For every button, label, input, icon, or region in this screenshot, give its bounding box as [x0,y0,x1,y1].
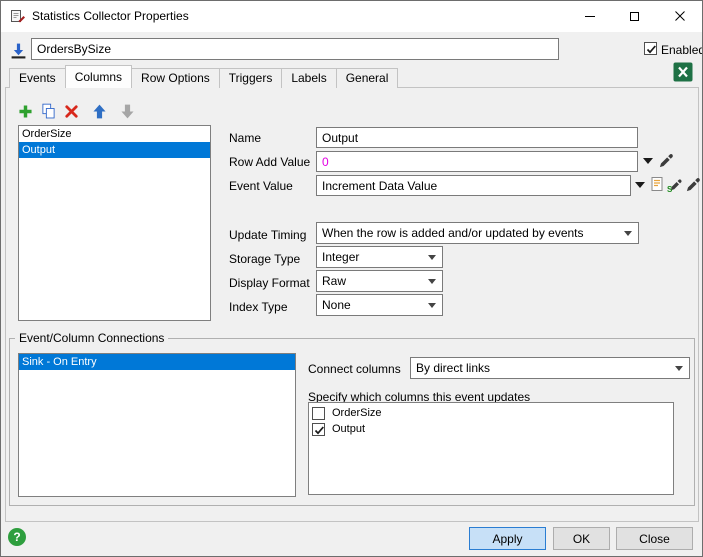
move-down-button[interactable] [116,100,138,122]
connect-columns-combo[interactable]: By direct links [410,357,690,379]
row-add-value-label: Row Add Value [229,155,310,169]
sampler-button[interactable]: S [667,176,684,193]
update-column-row-ordersize[interactable]: OrderSize [312,406,668,422]
minimize-button[interactable] [567,1,612,31]
row-add-value-input[interactable] [316,151,638,172]
close-icon [675,11,685,21]
chevron-down-icon [428,255,436,260]
delete-x-icon [62,102,81,121]
object-name-input[interactable] [31,38,559,60]
update-column-row-output[interactable]: Output [312,422,668,438]
storage-type-combo[interactable]: Integer [316,246,443,268]
display-format-value: Raw [322,274,346,288]
maximize-icon [630,12,639,21]
name-input[interactable] [316,127,638,148]
delete-column-button[interactable] [60,100,82,122]
enabled-label: Enabled [661,43,703,57]
row-add-value-dropdown-arrow[interactable] [643,158,653,164]
close-button[interactable] [657,1,702,31]
ok-button[interactable]: OK [553,527,610,550]
pull-arrow-icon [10,42,27,59]
statistics-collector-properties-dialog: Statistics Collector Properties Enabled … [0,0,703,557]
chevron-down-icon [624,231,632,236]
close-button-footer[interactable]: Close [616,527,693,550]
event-value-label: Event Value [229,179,293,193]
apply-button[interactable]: Apply [469,527,546,550]
update-timing-label: Update Timing [229,228,306,242]
copy-column-button[interactable] [37,100,59,122]
tab-row-options[interactable]: Row Options [131,68,220,88]
output-checkbox[interactable] [312,423,325,436]
event-value-dropdown-arrow[interactable] [635,182,645,188]
eyedropper-icon [658,152,675,169]
copy-icon [39,102,58,121]
checkmark-icon [313,424,326,437]
event-list-item-sink-on-entry[interactable]: Sink - On Entry [19,354,295,370]
help-icon: ? [13,530,20,544]
code-template-button[interactable] [649,176,666,193]
event-value-eyedropper-button[interactable] [685,176,702,193]
minimize-icon [585,16,595,17]
help-button[interactable]: ? [8,528,26,546]
columns-list: OrderSize Output [18,125,211,321]
pull-from-tree-button[interactable] [7,39,29,61]
chevron-down-icon [675,366,683,371]
display-format-label: Display Format [229,276,310,290]
ordersize-checkbox-label: OrderSize [332,406,382,421]
output-checkbox-label: Output [332,422,365,437]
column-list-item-ordersize[interactable]: OrderSize [19,126,210,142]
up-arrow-icon [90,102,109,121]
update-columns-list: OrderSize Output [308,402,674,495]
tab-columns[interactable]: Columns [65,65,132,88]
code-template-icon [649,176,665,192]
statistics-collector-icon [10,8,26,24]
titlebar[interactable]: Statistics Collector Properties [1,1,702,32]
window-controls [567,1,702,32]
name-label: Name [229,131,261,145]
excel-icon [673,62,693,82]
update-timing-combo[interactable]: When the row is added and/or updated by … [316,222,639,244]
event-connections-list: Sink - On Entry [18,353,296,497]
connect-columns-label: Connect columns [308,362,401,376]
tab-general[interactable]: General [336,68,399,88]
tab-strip: Events Columns Row Options Triggers Labe… [9,65,398,88]
display-format-combo[interactable]: Raw [316,270,443,292]
down-arrow-icon [118,102,137,121]
index-type-combo[interactable]: None [316,294,443,316]
ordersize-checkbox[interactable] [312,407,325,420]
tab-events[interactable]: Events [9,68,66,88]
row-add-value-eyedropper-icon[interactable] [658,152,675,169]
plus-icon [16,102,35,121]
connect-columns-value: By direct links [416,361,490,375]
checkmark-icon [645,43,658,56]
sampler-letter: S [667,185,672,194]
tab-triggers[interactable]: Triggers [219,68,283,88]
chevron-down-icon [428,279,436,284]
index-type-value: None [322,298,351,312]
move-up-button[interactable] [88,100,110,122]
update-timing-value: When the row is added and/or updated by … [322,226,584,240]
chevron-down-icon [428,303,436,308]
event-value-input[interactable] [316,175,631,196]
excel-export-button[interactable] [671,60,695,84]
column-list-item-output[interactable]: Output [19,142,210,158]
storage-type-label: Storage Type [229,252,300,266]
event-column-connections-title: Event/Column Connections [15,331,168,345]
index-type-label: Index Type [229,300,288,314]
eyedropper-icon [685,176,702,193]
window-title: Statistics Collector Properties [32,1,189,32]
add-column-button[interactable] [14,100,36,122]
maximize-button[interactable] [612,1,657,31]
tab-labels[interactable]: Labels [281,68,336,88]
storage-type-value: Integer [322,250,359,264]
enabled-checkbox[interactable] [644,42,657,55]
